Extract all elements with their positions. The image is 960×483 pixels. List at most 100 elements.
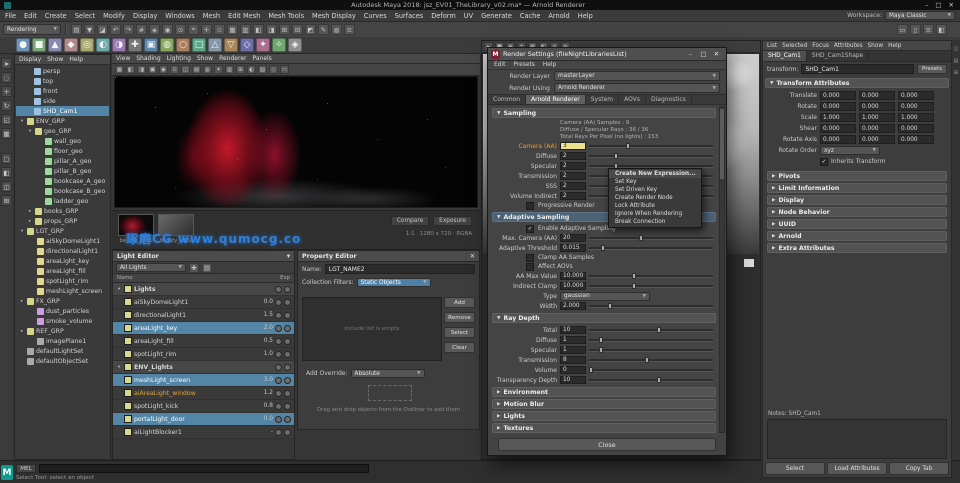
outliner-item[interactable]: floor_geo bbox=[16, 146, 109, 156]
light-color-swatch[interactable] bbox=[124, 324, 132, 332]
render-settings-menu-item[interactable]: Edit bbox=[494, 62, 505, 68]
statusline-icon[interactable]: ◪ bbox=[97, 24, 108, 35]
panel-dock-icon[interactable]: ◫ bbox=[954, 46, 959, 52]
3d-viewport[interactable] bbox=[114, 76, 478, 208]
attribute-value-field[interactable]: 1 bbox=[560, 336, 586, 344]
slider-thumb[interactable] bbox=[645, 357, 649, 363]
viewport-menu-item[interactable]: View bbox=[116, 55, 130, 62]
node-tab[interactable]: SHD_Cam1 bbox=[763, 51, 807, 61]
viewport-menu-item[interactable]: Lighting bbox=[167, 55, 191, 62]
shelf-tool-icon[interactable]: ▲ bbox=[48, 38, 62, 52]
light-enable-toggle[interactable] bbox=[275, 299, 282, 306]
attribute-value-field[interactable]: 0 bbox=[560, 366, 586, 374]
tool-icon[interactable]: ✛ bbox=[1, 86, 12, 97]
attribute-value-field[interactable]: 20 bbox=[560, 234, 586, 242]
statusline-icon[interactable]: ◩ bbox=[305, 24, 316, 35]
statusline-icon[interactable]: ▼ bbox=[84, 24, 95, 35]
light-color-swatch[interactable] bbox=[124, 298, 132, 306]
viewport-toolbar-icon[interactable]: ▭ bbox=[280, 65, 289, 74]
z-value-field[interactable]: 0.000 bbox=[898, 91, 934, 100]
viewport-toolbar-icon[interactable]: ◇ bbox=[269, 65, 278, 74]
panel-toggle-icon[interactable]: ▭ bbox=[897, 24, 908, 35]
statusline-icon[interactable]: ▥ bbox=[240, 24, 251, 35]
menu-item[interactable]: Arnold bbox=[548, 12, 569, 20]
light-enable-toggle[interactable] bbox=[275, 377, 282, 384]
y-value-field[interactable]: 0.000 bbox=[859, 102, 895, 111]
outliner-item[interactable]: bookcase_B_geo bbox=[16, 186, 109, 196]
viewport-menu-item[interactable]: Panels bbox=[252, 55, 271, 62]
light-color-swatch[interactable] bbox=[124, 337, 132, 345]
expand-arrow-icon[interactable]: ▸ bbox=[27, 209, 33, 214]
viewport-toolbar-icon[interactable]: ▦ bbox=[115, 65, 124, 74]
node-name-field[interactable]: SHD_Cam1 bbox=[801, 64, 914, 74]
statusline-icon[interactable]: ✛ bbox=[201, 24, 212, 35]
expand-arrow-icon[interactable]: ▾ bbox=[116, 287, 122, 292]
shelf-tool-icon[interactable]: ✦ bbox=[256, 38, 270, 52]
z-value-field[interactable]: 0.000 bbox=[898, 102, 934, 111]
include-action-button[interactable]: Clear bbox=[444, 342, 475, 353]
menu-item[interactable]: Edit bbox=[24, 12, 37, 20]
render-settings-tab[interactable]: System bbox=[586, 95, 619, 104]
slider-thumb[interactable] bbox=[632, 283, 636, 289]
include-list[interactable]: Include list is empty bbox=[302, 297, 442, 361]
tool-icon[interactable]: ◌ bbox=[1, 72, 12, 83]
render-settings-tab[interactable]: Arnold Renderer bbox=[526, 95, 586, 104]
outliner-item[interactable]: front bbox=[16, 86, 109, 96]
slider-track[interactable] bbox=[589, 282, 713, 290]
expand-arrow-icon[interactable]: ▾ bbox=[19, 229, 25, 234]
light-color-swatch[interactable] bbox=[124, 311, 132, 319]
attribute-value-field[interactable]: 0.015 bbox=[560, 244, 586, 252]
expand-arrow-icon[interactable]: ▸ bbox=[19, 329, 25, 334]
viewport-toolbar-icon[interactable]: ✦ bbox=[214, 65, 223, 74]
snapshot-tab[interactable]: Compare bbox=[391, 216, 429, 226]
outliner-item[interactable]: meshLight_screen bbox=[16, 286, 109, 296]
outliner-item[interactable]: defaultObjectSet bbox=[16, 356, 109, 366]
shelf-tool-icon[interactable]: ✧ bbox=[272, 38, 286, 52]
expand-arrow-icon[interactable]: ▸ bbox=[27, 219, 33, 224]
group-lights-icon[interactable]: ▤ bbox=[202, 263, 212, 273]
attribute-value-field[interactable]: 1 bbox=[560, 346, 586, 354]
context-menu-item[interactable]: Set Key bbox=[609, 178, 701, 186]
y-value-field[interactable]: 0.000 bbox=[859, 124, 895, 133]
light-solo-toggle[interactable] bbox=[284, 338, 291, 345]
checkbox[interactable] bbox=[526, 263, 534, 271]
slider-thumb[interactable] bbox=[639, 235, 643, 241]
light-exposure-value[interactable]: 0.0 bbox=[257, 416, 273, 422]
light-color-swatch[interactable] bbox=[124, 285, 132, 293]
light-color-swatch[interactable] bbox=[124, 350, 132, 358]
x-value-field[interactable]: 0.000 bbox=[820, 102, 856, 111]
render-settings-tab[interactable]: Common bbox=[488, 95, 526, 104]
slider-track[interactable] bbox=[589, 356, 713, 364]
attribute-editor-menu-item[interactable]: Show bbox=[867, 43, 883, 49]
collapsed-section-header[interactable]: ▶ Motion Blur bbox=[492, 399, 716, 409]
outliner-item[interactable]: ▸ FX_GRP bbox=[16, 296, 109, 306]
node-tab[interactable]: SHD_Cam1Shape bbox=[807, 51, 869, 61]
outliner-item[interactable]: aiSkyDomeLight1 bbox=[16, 236, 109, 246]
slider-track[interactable] bbox=[589, 244, 713, 252]
attribute-value-field[interactable]: 8 bbox=[560, 356, 586, 364]
expand-arrow-icon[interactable]: ▾ bbox=[27, 129, 33, 134]
shelf-tool-icon[interactable]: ✚ bbox=[128, 38, 142, 52]
outliner-item[interactable]: defaultLightSet bbox=[16, 346, 109, 356]
statusline-icon[interactable]: ◨ bbox=[266, 24, 277, 35]
collapsed-section-header[interactable]: ▶ Lights bbox=[492, 411, 716, 421]
light-row[interactable]: portalLight_door 0.0 bbox=[113, 413, 294, 426]
render-using-dropdown[interactable]: Arnold Renderer ▼ bbox=[554, 83, 720, 93]
slider-thumb[interactable] bbox=[614, 153, 618, 159]
menu-item[interactable]: Select bbox=[75, 12, 95, 20]
z-value-field[interactable]: 0.000 bbox=[898, 124, 934, 133]
viewport-toolbar-icon[interactable]: ◨ bbox=[137, 65, 146, 74]
statusline-icon[interactable]: ◍ bbox=[331, 24, 342, 35]
light-solo-toggle[interactable] bbox=[284, 377, 291, 384]
light-color-swatch[interactable] bbox=[124, 402, 132, 410]
light-exposure-value[interactable]: 0.5 bbox=[257, 338, 273, 344]
light-exposure-value[interactable]: 0.8 bbox=[257, 403, 273, 409]
render-layer-dropdown[interactable]: masterLayer ▼ bbox=[554, 71, 720, 81]
menu-item[interactable]: Help bbox=[578, 12, 593, 20]
menu-item[interactable]: File bbox=[5, 12, 16, 20]
shelf-tool-icon[interactable]: □ bbox=[192, 38, 206, 52]
viewport-menu-item[interactable]: Renderer bbox=[219, 55, 246, 62]
z-value-field[interactable]: 0.000 bbox=[898, 135, 934, 144]
tool-icon[interactable]: ➤ bbox=[1, 58, 12, 69]
outliner-item[interactable]: directionalLight1 bbox=[16, 246, 109, 256]
